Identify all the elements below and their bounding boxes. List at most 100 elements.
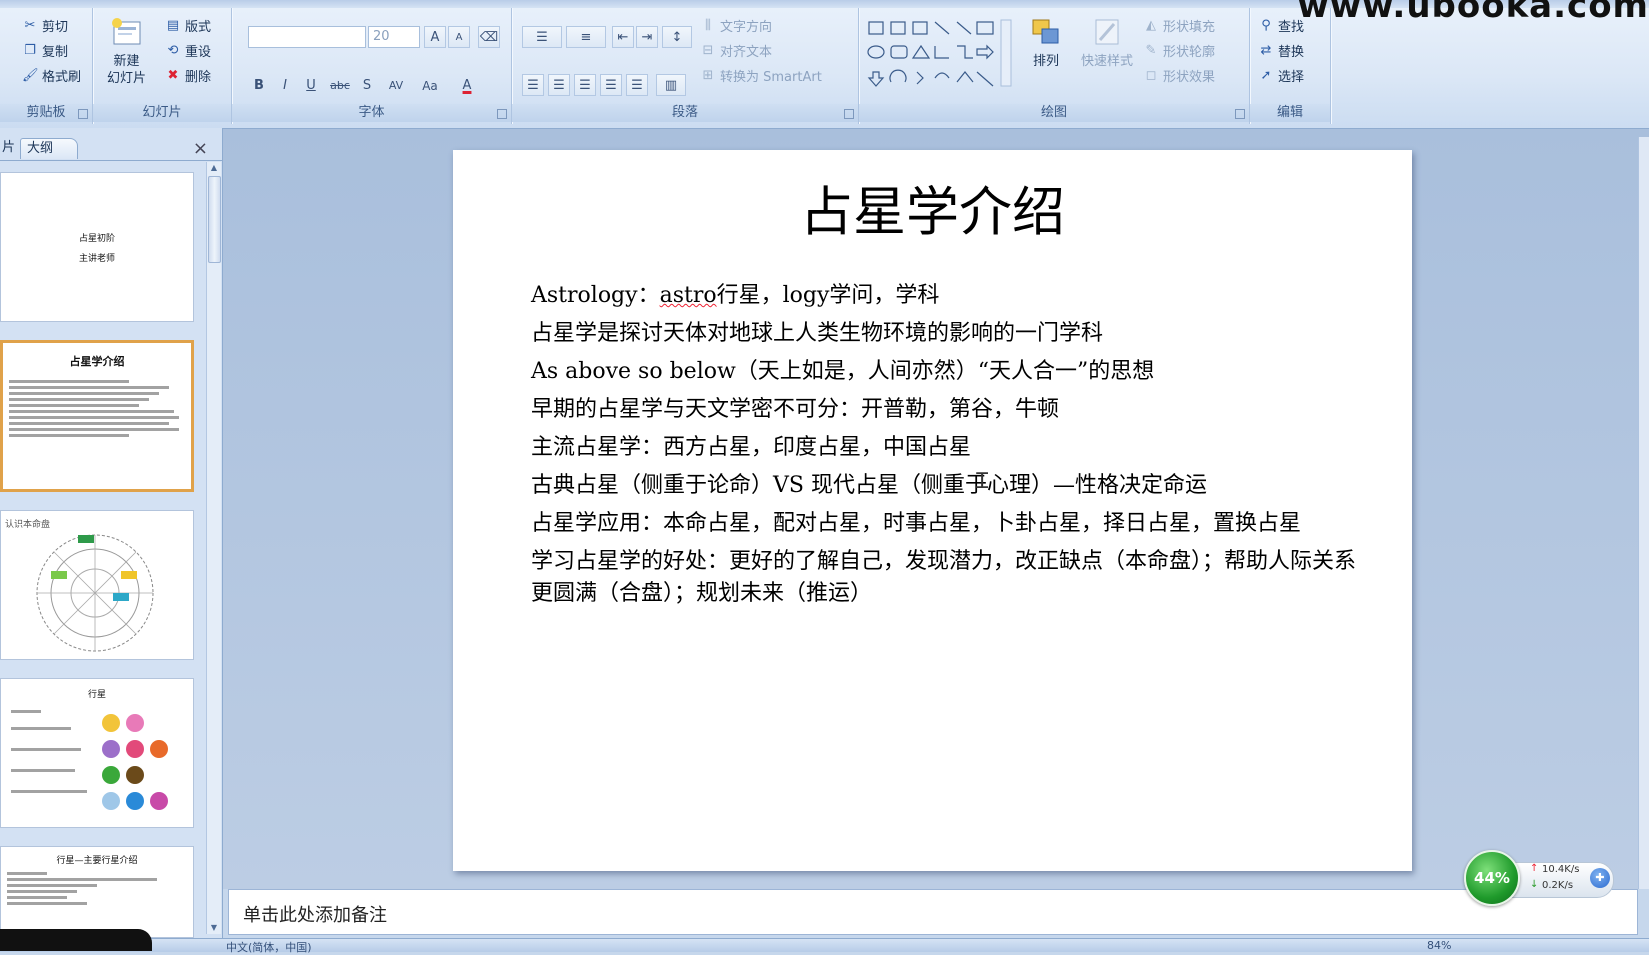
body-line: 古典占星（侧重于论命）VS 现代占星（侧重于心理）—性格决定命运 bbox=[531, 473, 1207, 498]
layout-icon: ▤ bbox=[166, 17, 180, 33]
reset-button[interactable]: ⟲ 重设 bbox=[165, 41, 211, 61]
indent-icon: ⇥ bbox=[641, 30, 653, 45]
paragraph-dialog-launcher[interactable]: › bbox=[844, 109, 854, 119]
bullet-list-icon: ☰ bbox=[536, 30, 548, 45]
drawing-dialog-launcher[interactable]: › bbox=[1235, 109, 1245, 119]
align-center-button[interactable]: ☰ bbox=[548, 74, 570, 96]
close-icon[interactable]: × bbox=[193, 138, 208, 159]
ribbon: www.ubooka.com ✂剪切 ❐复制 🖌格式刷 剪贴板 › 新建 幻灯片… bbox=[0, 0, 1649, 129]
replace-button[interactable]: ⇄ 替换 bbox=[1258, 41, 1304, 61]
underline-button[interactable]: U bbox=[300, 74, 322, 96]
font-name-box[interactable] bbox=[248, 26, 366, 48]
notes-pane[interactable]: 单击此处添加备注 bbox=[228, 889, 1638, 935]
slide-body-text[interactable]: Astrology：astro行星，logy学问，学科 占星学是探讨天体对地球上… bbox=[531, 280, 1391, 616]
change-case-button[interactable]: Aa bbox=[416, 74, 444, 96]
numbering-button[interactable]: ≡ bbox=[566, 26, 606, 48]
font-dialog-launcher[interactable]: › bbox=[497, 109, 507, 119]
shape-outline-button[interactable]: ✎ 形状轮廓 bbox=[1143, 41, 1215, 61]
font-color-button[interactable]: A bbox=[456, 74, 478, 96]
body-line: Astrology：astro行星，logy学问，学科 bbox=[531, 283, 940, 308]
shape-effects-button[interactable]: ◻ 形状效果 bbox=[1143, 66, 1215, 86]
clear-format-button[interactable]: ⌫ bbox=[478, 26, 500, 48]
replace-icon: ⇄ bbox=[1260, 42, 1272, 58]
slide-thumbnail-5[interactable]: 行星—主要行星介绍 bbox=[0, 846, 194, 938]
copy-button[interactable]: ❐ 复制 bbox=[22, 41, 68, 61]
columns-button[interactable]: ▥ bbox=[656, 74, 686, 96]
cut-button[interactable]: ✂ 剪切 bbox=[22, 16, 68, 36]
new-slide-button[interactable]: 新建 幻灯片 bbox=[107, 16, 146, 87]
font-group-label: 字体 bbox=[232, 104, 511, 122]
binoculars-icon: ⚲ bbox=[1261, 17, 1271, 33]
paragraph-group: ☰ ≡ ⇤ ⇥ ↕ ☰ ☰ ☰ ☰ ☰ ▥ ⫼ 文字方向 ⊟ 对齐文本 ⊞ 转换为 S… bbox=[512, 8, 859, 124]
strikethrough-button[interactable]: abc bbox=[326, 74, 354, 96]
bullets-button[interactable]: ☰ bbox=[522, 26, 562, 48]
layout-button[interactable]: ▤ 版式 bbox=[165, 16, 211, 36]
increase-indent-button[interactable]: ⇥ bbox=[636, 26, 658, 48]
align-left-icon: ☰ bbox=[527, 78, 539, 93]
download-arrow-icon: ↓ bbox=[1530, 879, 1539, 890]
delete-slide-button[interactable]: ✖ 删除 bbox=[165, 66, 211, 86]
text-shadow-button[interactable]: S bbox=[356, 74, 378, 96]
format-painter-button[interactable]: 🖌 格式刷 bbox=[22, 66, 81, 86]
thumb-text-lines bbox=[3, 377, 191, 440]
notes-placeholder[interactable]: 单击此处添加备注 bbox=[243, 901, 387, 927]
line-spacing-button[interactable]: ↕ bbox=[662, 26, 692, 48]
paintbrush-icon: 🖌 bbox=[22, 67, 39, 83]
bold-button[interactable]: B bbox=[248, 74, 270, 96]
clipboard-dialog-launcher[interactable]: › bbox=[78, 109, 88, 119]
drawing-group-label: 绘图 bbox=[859, 104, 1249, 122]
slides-pane-scrollbar[interactable]: ▲ ▼ bbox=[206, 162, 221, 934]
slide-title[interactable]: 占星学介绍 bbox=[453, 170, 1412, 246]
font-group: 20 A A ⌫ B I U abc S AV Aa A 字体 › bbox=[232, 8, 512, 124]
align-center-icon: ☰ bbox=[553, 78, 565, 93]
shape-fill-button[interactable]: ◭ 形状填充 bbox=[1143, 16, 1215, 36]
outdent-icon: ⇤ bbox=[617, 30, 629, 45]
align-right-icon: ☰ bbox=[579, 78, 591, 93]
language-indicator[interactable]: 中文(简体，中国) bbox=[226, 939, 312, 955]
justify-button[interactable]: ☰ bbox=[600, 74, 622, 96]
slide-thumbnail-2[interactable]: 占星学介绍 bbox=[0, 340, 194, 492]
network-monitor-widget[interactable]: 44% ↑ 10.4K/s ↓ 0.2K/s ✚ bbox=[1464, 850, 1614, 906]
convert-smartart-button[interactable]: ⊞ 转换为 SmartArt bbox=[700, 66, 822, 86]
accelerate-icon[interactable]: ✚ bbox=[1590, 868, 1610, 888]
slide-thumbnail-4[interactable]: 行星 bbox=[0, 678, 194, 828]
find-button[interactable]: ⚲ 查找 bbox=[1258, 16, 1304, 36]
slides-group-label: 幻灯片 bbox=[93, 104, 231, 122]
current-slide[interactable]: 占星学介绍 Astrology：astro行星，logy学问，学科 占星学是探讨… bbox=[453, 150, 1412, 871]
character-spacing-button[interactable]: AV bbox=[382, 74, 410, 96]
slide-editing-area: 占星学介绍 Astrology：astro行星，logy学问，学科 占星学是探讨… bbox=[223, 129, 1649, 889]
slide-thumbnail-3[interactable]: 认识本命盘 bbox=[0, 510, 194, 660]
shapes-gallery[interactable] bbox=[865, 16, 1015, 92]
scroll-thumb[interactable] bbox=[208, 176, 221, 263]
align-right-button[interactable]: ☰ bbox=[574, 74, 596, 96]
arrange-icon bbox=[1032, 19, 1059, 44]
align-text-icon: ⊟ bbox=[702, 42, 714, 58]
slide-thumbnail-1[interactable]: 占星初阶 主讲老师 bbox=[0, 172, 194, 322]
italic-button[interactable]: I bbox=[274, 74, 296, 96]
text-direction-button[interactable]: ⫼ 文字方向 bbox=[700, 16, 772, 36]
scroll-down-icon[interactable]: ▼ bbox=[209, 923, 219, 933]
memory-usage-ball[interactable]: 44% bbox=[1464, 850, 1520, 906]
scroll-up-icon[interactable]: ▲ bbox=[209, 163, 219, 173]
align-text-button[interactable]: ⊟ 对齐文本 bbox=[700, 41, 772, 61]
align-left-button[interactable]: ☰ bbox=[522, 74, 544, 96]
drawing-group: 排列 快速样式 ◭形状填充 ✎形状轮廓 ◻形状效果 绘图 › bbox=[859, 8, 1250, 124]
select-button[interactable]: ➚ 选择 bbox=[1258, 66, 1304, 86]
tab-outline[interactable]: 大纲 bbox=[20, 138, 78, 159]
font-size-box[interactable]: 20 bbox=[368, 26, 420, 48]
tab-slides[interactable]: 片 bbox=[0, 138, 17, 158]
new-slide-icon bbox=[111, 18, 140, 45]
line-spacing-icon: ↕ bbox=[671, 30, 683, 45]
distribute-button[interactable]: ☰ bbox=[626, 74, 648, 96]
zoom-level[interactable]: 84% bbox=[1427, 939, 1451, 952]
decrease-indent-button[interactable]: ⇤ bbox=[612, 26, 634, 48]
body-line: As above so below（天上如是，人间亦然）“天人合一”的思想 bbox=[531, 359, 1155, 384]
effects-icon: ◻ bbox=[1145, 67, 1157, 83]
pane-tabs: 片 大纲 × bbox=[0, 136, 222, 161]
grow-font-button[interactable]: A bbox=[424, 26, 446, 48]
arrange-button[interactable]: 排列 bbox=[1029, 16, 1063, 70]
shrink-font-button[interactable]: A bbox=[448, 26, 470, 48]
slide-scrollbar[interactable] bbox=[1638, 137, 1649, 889]
status-bar: 中文(简体，中国) 84% bbox=[0, 938, 1649, 955]
quick-styles-button[interactable]: 快速样式 bbox=[1081, 16, 1133, 70]
